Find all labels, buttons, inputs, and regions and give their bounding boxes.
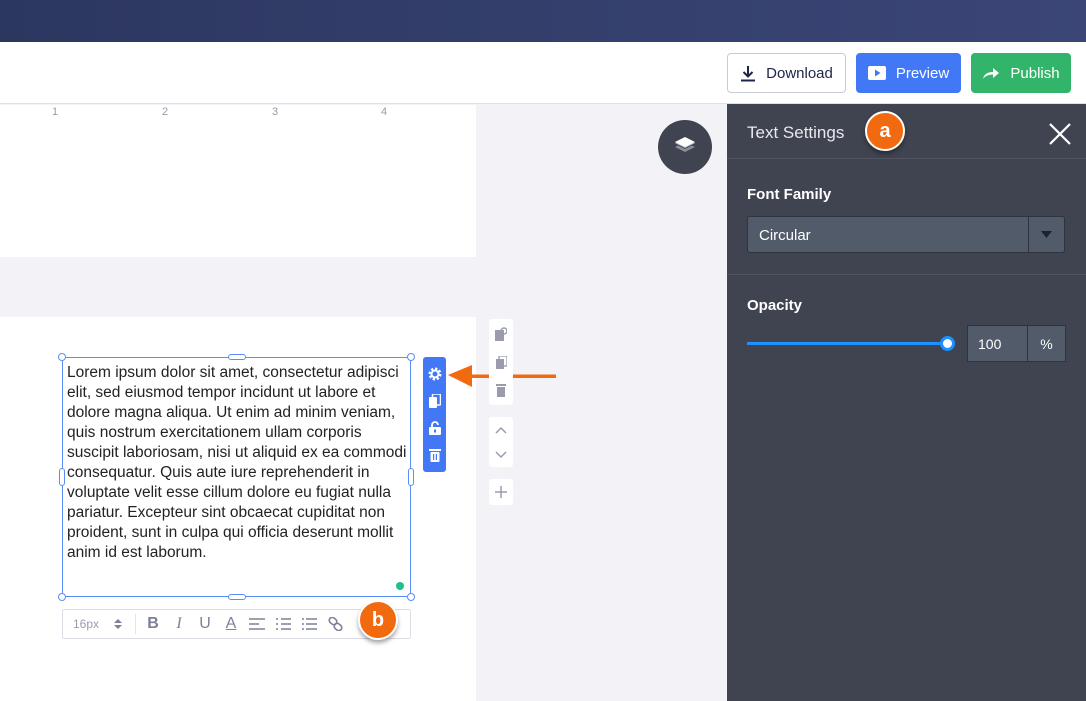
download-icon: [741, 65, 756, 81]
move-down-icon[interactable]: [495, 450, 507, 459]
text-color-icon[interactable]: A: [218, 615, 244, 633]
share-arrow-icon: [983, 68, 1000, 79]
dropdown-arrow-icon: [1041, 231, 1052, 238]
font-family-select[interactable]: Circular: [747, 216, 1065, 253]
underline-icon[interactable]: U: [192, 615, 218, 633]
page-actions: [489, 319, 513, 405]
download-label: Download: [766, 64, 833, 82]
opacity-input-group: 100 %: [967, 325, 1066, 362]
page-order: [489, 417, 513, 467]
layers-button[interactable]: [658, 120, 712, 174]
ruler-mark: 2: [162, 106, 169, 118]
panel-title: Text Settings: [747, 123, 845, 142]
ruler-mark: 1: [52, 106, 59, 118]
text-settings-panel: Text Settings Font Family Circular Opaci…: [727, 104, 1086, 701]
delete-page-icon[interactable]: [496, 384, 506, 398]
layers-icon: [675, 137, 695, 152]
unlock-icon[interactable]: [428, 421, 441, 435]
preview-button[interactable]: Preview: [856, 53, 961, 93]
play-icon: [867, 66, 886, 80]
opacity-label: Opacity: [747, 297, 803, 314]
resize-handle[interactable]: [59, 468, 65, 486]
link-icon[interactable]: [322, 617, 348, 631]
plus-icon: [495, 486, 507, 498]
page-1: [0, 105, 476, 257]
preview-label: Preview: [895, 64, 950, 82]
publish-label: Publish: [1010, 64, 1060, 82]
resize-handle[interactable]: [228, 354, 246, 360]
resize-handle[interactable]: [407, 353, 415, 361]
close-icon[interactable]: [1049, 123, 1071, 145]
bullet-list-icon[interactable]: [296, 618, 322, 630]
publish-button[interactable]: Publish: [971, 53, 1071, 93]
ruler-mark: 3: [272, 106, 279, 118]
text-content[interactable]: Lorem ipsum dolor sit amet, consectetur …: [67, 363, 407, 563]
top-bar: [0, 0, 1086, 42]
font-family-label: Font Family: [747, 186, 832, 203]
gear-icon[interactable]: [428, 367, 442, 381]
italic-icon[interactable]: I: [166, 615, 192, 633]
resize-handle[interactable]: [408, 468, 414, 486]
resize-handle[interactable]: [228, 594, 246, 600]
font-size-stepper-icon[interactable]: [113, 618, 123, 630]
align-left-icon[interactable]: [244, 618, 270, 630]
annotation-marker-a: a: [865, 111, 905, 151]
bold-icon[interactable]: B: [140, 615, 166, 633]
text-element[interactable]: Lorem ipsum dolor sit amet, consectetur …: [58, 353, 415, 601]
page-settings-icon[interactable]: [495, 326, 507, 341]
resize-handle[interactable]: [58, 593, 66, 601]
duplicate-icon[interactable]: [428, 394, 441, 409]
opacity-input[interactable]: 100: [968, 326, 1028, 361]
download-button[interactable]: Download: [727, 53, 846, 93]
annotation-marker-b: b: [358, 600, 398, 640]
font-size-select[interactable]: 16px: [73, 617, 113, 631]
status-dot: [396, 582, 404, 590]
opacity-slider[interactable]: [747, 336, 955, 351]
move-up-icon[interactable]: [495, 426, 507, 434]
trash-icon[interactable]: [428, 448, 441, 462]
resize-handle[interactable]: [58, 353, 66, 361]
add-page-button[interactable]: [489, 479, 513, 505]
opacity-unit: %: [1040, 336, 1053, 352]
font-family-value: Circular: [759, 227, 811, 244]
ruler-mark: 4: [381, 106, 388, 118]
element-context-menu: [423, 357, 446, 472]
numbered-list-icon[interactable]: [270, 618, 296, 630]
duplicate-page-icon[interactable]: [495, 355, 507, 369]
opacity-slider-thumb[interactable]: [940, 336, 955, 351]
resize-handle[interactable]: [407, 593, 415, 601]
